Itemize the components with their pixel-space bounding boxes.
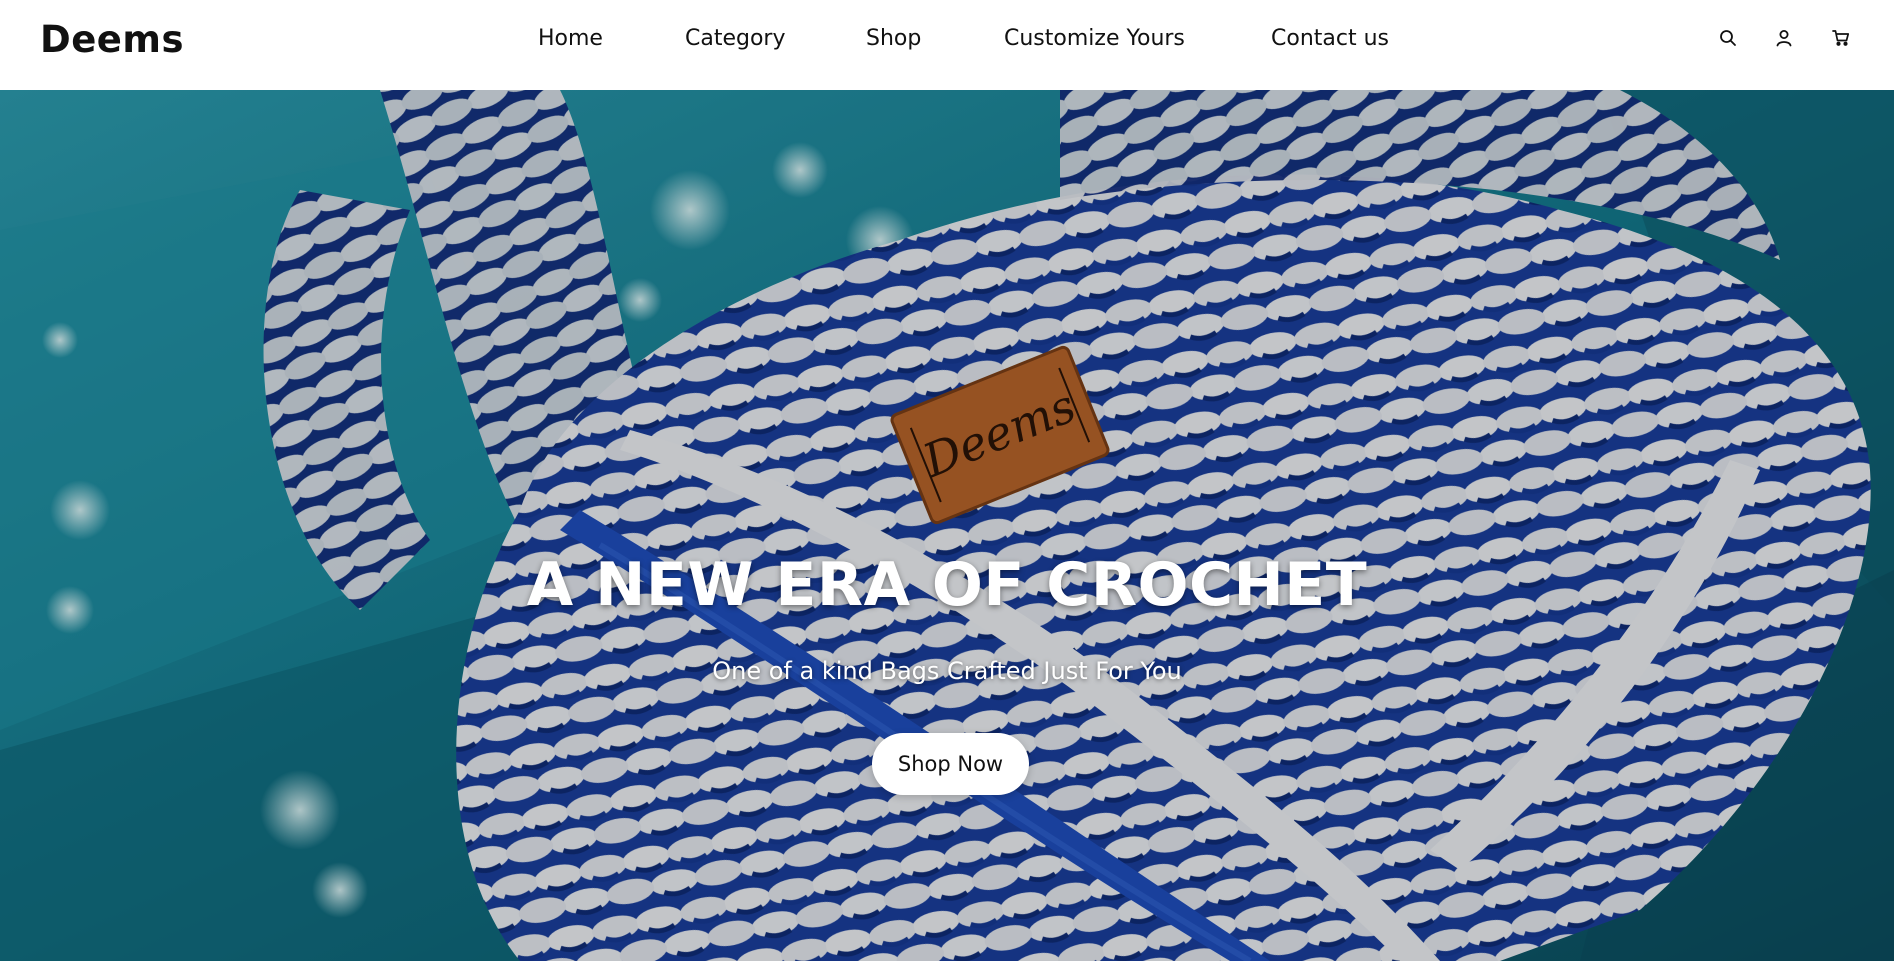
navbar: Deems Home Category Shop Customize Yours…: [0, 0, 1894, 90]
hero-overlay: [0, 90, 1894, 961]
nav-item-customize-yours[interactable]: Customize Yours: [1004, 26, 1185, 51]
hero-title: A NEW ERA OF CROCHET: [526, 550, 1368, 620]
nav-item-contact-us[interactable]: Contact us: [1271, 26, 1389, 51]
user-icon[interactable]: [1774, 28, 1794, 48]
search-icon[interactable]: [1718, 28, 1738, 48]
hero-banner: Deems A NEW ERA OF CROCHET One of a kind…: [0, 90, 1894, 961]
cart-icon[interactable]: [1831, 28, 1851, 48]
nav-item-category[interactable]: Category: [685, 26, 786, 51]
main-navigation: Home Category Shop Customize Yours Conta…: [0, 0, 1894, 80]
nav-item-shop[interactable]: Shop: [866, 26, 921, 51]
shop-now-button[interactable]: Shop Now: [872, 733, 1029, 795]
nav-item-home[interactable]: Home: [538, 26, 603, 51]
hero-subtitle: One of a kind Bags Crafted Just For You: [712, 657, 1182, 685]
